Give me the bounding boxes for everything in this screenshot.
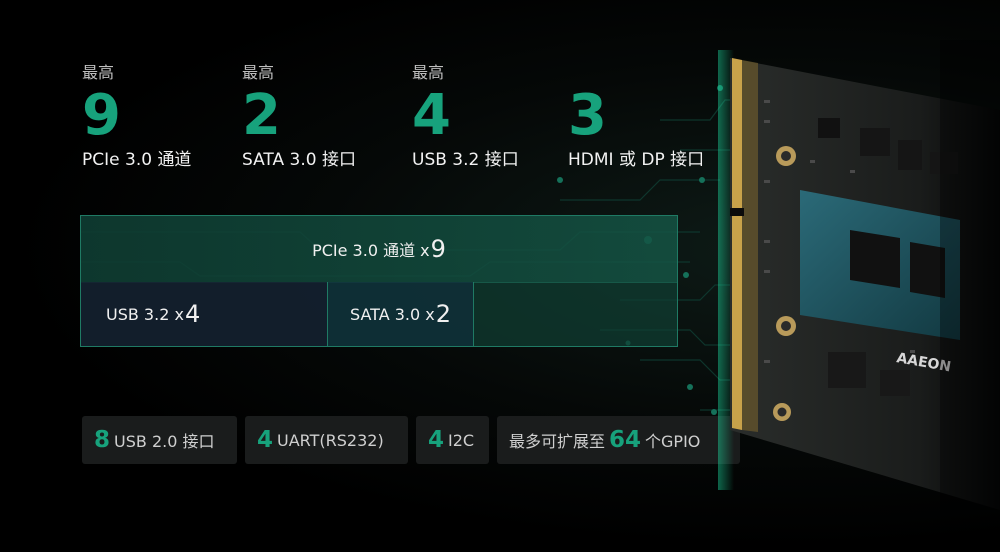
module-board-image: AAEON [718,40,1000,510]
spec-prefix [568,62,704,84]
lane-usb-text: USB 3.2 x [106,304,184,324]
spec-label: SATA 3.0 接口 [242,150,356,170]
chip-value: 4 [428,427,445,453]
spec-value: 4 [412,83,451,148]
lane-sata-text: SATA 3.0 x [350,304,435,324]
spec-value: 2 [242,83,281,148]
lane-unused [474,282,677,346]
spec-label: USB 3.2 接口 [412,150,519,170]
spec-value: 3 [568,83,607,148]
chip-value: 4 [257,427,274,453]
chip-uart: 4 UART(RS232) [245,416,408,464]
lane-pcie-text: PCIe 3.0 通道 x [312,241,430,260]
lane-pcie: PCIe 3.0 通道 x9 [81,216,677,283]
chip-text: USB 2.0 接口 [114,432,215,451]
chip-prefix: 最多可扩展至 [509,432,606,451]
spec-pcie: 最高 9 PCIe 3.0 通道 [82,62,191,172]
spec-usb: 最高 4 USB 3.2 接口 [412,62,519,172]
spec-prefix: 最高 [82,63,115,82]
chip-usb2: 8 USB 2.0 接口 [82,416,237,464]
chip-value: 8 [94,427,111,453]
chip-text: UART(RS232) [277,430,384,450]
spec-label: HDMI 或 DP 接口 [568,150,705,170]
chip-text: I2C [448,430,475,450]
page: 最高 9 PCIe 3.0 通道 最高 2 SATA 3.0 接口 最高 4 U… [0,0,1000,552]
lane-usb: USB 3.2 x4 [81,282,328,346]
spec-prefix: 最高 [412,63,445,82]
chip-suffix: 个GPIO [645,432,701,451]
lane-pcie-count: 9 [430,235,446,263]
lane-sata: SATA 3.0 x2 [328,282,474,346]
chip-value: 64 [609,427,642,453]
spec-sata: 最高 2 SATA 3.0 接口 [242,62,356,172]
lane-diagram: PCIe 3.0 通道 x9 USB 3.2 x4 SATA 3.0 x2 [80,215,678,347]
spec-display: 3 HDMI 或 DP 接口 [568,62,704,172]
spec-label: PCIe 3.0 通道 [82,150,192,170]
lane-usb-count: 4 [184,300,201,328]
spec-value: 9 [82,83,121,148]
chip-i2c: 4 I2C [416,416,489,464]
lane-sata-count: 2 [435,300,451,328]
spec-prefix: 最高 [242,63,275,82]
